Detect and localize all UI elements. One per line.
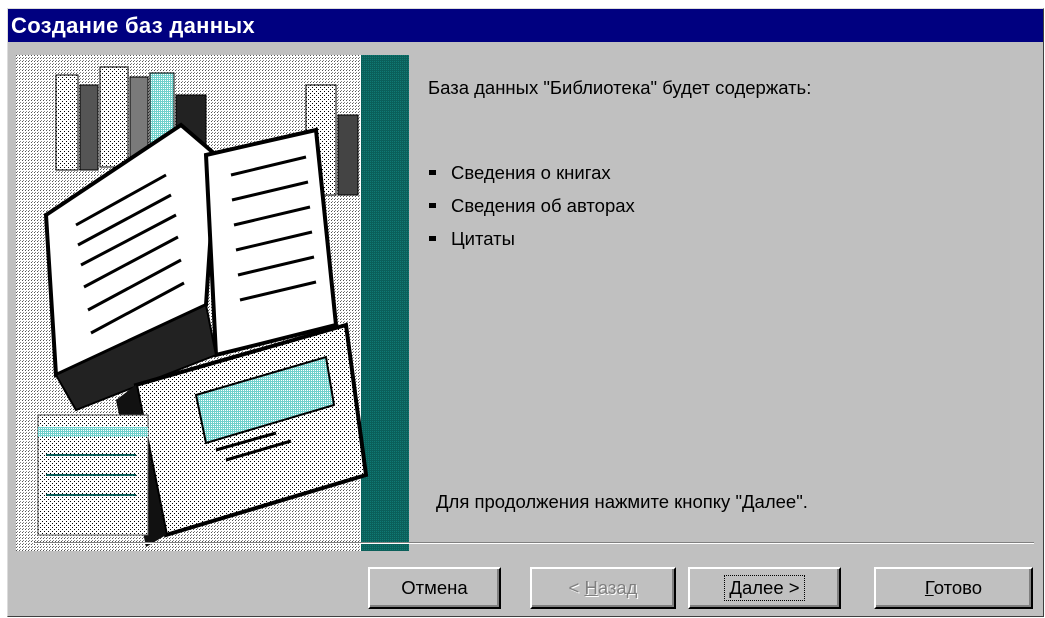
finish-button[interactable]: Готово — [874, 567, 1033, 609]
finish-button-rest: отово — [933, 577, 983, 598]
back-button-hotkey: Н — [584, 577, 598, 598]
next-button-focus: Далее > — [724, 575, 805, 601]
back-button-prefix: < — [568, 577, 585, 598]
title-bar: Создание баз данных — [8, 9, 1043, 42]
separator — [34, 542, 1034, 544]
cancel-button-label: Отмена — [401, 577, 468, 598]
list-item-label: Цитаты — [451, 228, 515, 249]
intro-text: База данных "Библиотека" будет содержать… — [428, 77, 812, 98]
list-item-label: Сведения об авторах — [451, 195, 635, 216]
list-item: Сведения о книгах — [429, 156, 635, 189]
finish-button-hotkey: Г — [924, 577, 934, 598]
next-button[interactable]: Далее > — [688, 567, 841, 609]
bullet-icon — [429, 236, 436, 241]
next-button-hotkey: Д — [729, 577, 742, 598]
bullet-icon — [429, 170, 436, 175]
cancel-button[interactable]: Отмена — [368, 567, 501, 609]
list-item: Цитаты — [429, 222, 635, 255]
back-button-rest: азад — [597, 577, 638, 598]
wizard-dialog: Создание баз данных База данных "Библиот… — [7, 8, 1044, 617]
bullet-icon — [429, 203, 436, 208]
continue-hint: Для продолжения нажмите кнопку "Далее". — [436, 491, 808, 512]
next-button-rest: алее > — [741, 577, 800, 598]
books-illustration — [16, 55, 409, 551]
back-button[interactable]: < Назад — [530, 567, 676, 609]
list-item-label: Сведения о книгах — [451, 162, 611, 183]
list-item: Сведения об авторах — [429, 189, 635, 222]
bullet-list: Сведения о книгах Сведения об авторах Ци… — [429, 156, 635, 255]
